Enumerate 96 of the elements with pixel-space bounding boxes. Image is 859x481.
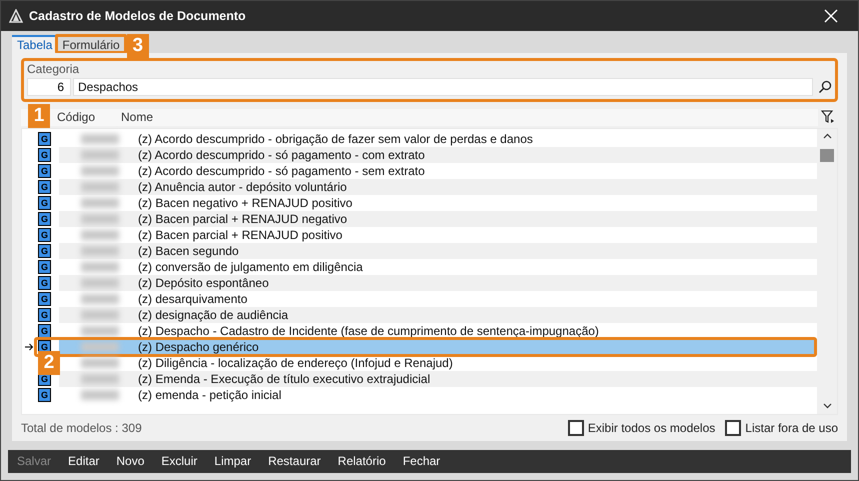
redacted-code — [81, 262, 119, 272]
toolbar-button[interactable]: Restaurar — [260, 454, 329, 468]
document-type-icon: G — [38, 196, 51, 210]
table-cell: (z) Bacen parcial + RENAJUD positivo — [138, 228, 342, 242]
redacted-code — [81, 390, 119, 400]
document-type-icon: G — [38, 164, 51, 178]
document-type-icon: G — [38, 132, 51, 146]
search-icon[interactable] — [818, 80, 832, 94]
redacted-code — [81, 294, 119, 304]
table-cell: (z) desarquivamento — [138, 292, 248, 306]
callout-number: 2 — [38, 350, 60, 375]
toolbar-button[interactable]: Limpar — [206, 454, 260, 468]
table-cell: (z) Diligência - localização de endereço (Infojud e Renajud) — [138, 356, 453, 370]
checkbox[interactable] — [725, 420, 742, 436]
redacted-code — [81, 182, 119, 192]
redacted-code — [81, 166, 119, 176]
toolbar-button[interactable]: Relatório — [330, 454, 394, 468]
column-header[interactable]: Nome — [121, 110, 221, 124]
table-row[interactable]: (z) Acordo descumprido - só pagamento - sem extrato — [59, 162, 817, 179]
scrollbar-thumb[interactable] — [820, 148, 834, 162]
table-row[interactable]: (z) desarquivamento — [59, 290, 817, 307]
document-type-icon: G — [38, 212, 51, 226]
close-icon[interactable] — [824, 8, 838, 23]
table-row[interactable]: (z) Bacen negativo + RENAJUD positivo — [59, 194, 817, 211]
document-type-icon: G — [38, 308, 51, 322]
checkbox-label: Listar fora de uso — [745, 420, 838, 435]
toolbar-button[interactable]: Excluir — [153, 454, 206, 468]
tab[interactable]: Tabela — [12, 34, 58, 53]
column-header[interactable]: Código — [57, 110, 121, 124]
table-row[interactable]: (z) Bacen segundo — [59, 242, 817, 259]
table-cell: (z) emenda - petição inicial — [138, 388, 282, 402]
table-cell: (z) Anuência autor - depósito voluntário — [138, 180, 347, 194]
scroll-up-icon[interactable] — [822, 132, 832, 139]
table-cell: (z) Bacen negativo + RENAJUD positivo — [138, 196, 352, 210]
category-field[interactable]: Despachos — [73, 78, 813, 96]
filter-icon[interactable] — [821, 110, 835, 124]
table-row[interactable]: (z) emenda - petição inicial — [59, 386, 817, 403]
redacted-code — [81, 246, 119, 256]
redacted-code — [81, 310, 119, 320]
table-row[interactable]: (z) Depósito espontâneo — [59, 274, 817, 291]
checkbox[interactable] — [568, 420, 584, 436]
redacted-code — [81, 150, 119, 160]
callout-number: 3 — [126, 34, 149, 58]
table-cell: (z) Despacho genérico — [138, 340, 259, 354]
row-pointer-icon — [24, 342, 34, 351]
table-row[interactable]: (z) Despacho - Cadastro de Incidente (fase de cumprimento de sentença-impugnação) — [59, 322, 817, 339]
redacted-code — [81, 198, 119, 208]
logo-icon — [9, 8, 23, 23]
document-type-icon: G — [38, 260, 51, 274]
redacted-code — [81, 134, 119, 144]
table-cell: (z) Emenda - Execução de título executivo extrajudicial — [138, 372, 430, 386]
table-cell: (z) Depósito espontâneo — [138, 276, 269, 290]
table-cell: (z) Bacen segundo — [138, 244, 239, 258]
table-row[interactable]: (z) Acordo descumprido - só pagamento - com extrato — [59, 146, 817, 163]
document-type-icon: G — [38, 292, 51, 306]
window-title: Cadastro de Modelos de Documento — [29, 8, 247, 23]
scroll-down-icon[interactable] — [822, 402, 832, 409]
checkbox-label: Exibir todos os modelos — [588, 420, 716, 435]
table-cell: (z) Despacho - Cadastro de Incidente (fase de cumprimento de sentença-impugnação) — [138, 324, 599, 338]
table-row[interactable]: (z) Emenda - Execução de título executivo extrajudicial — [59, 370, 817, 387]
toolbar-button[interactable]: Fechar — [394, 454, 448, 468]
toolbar-button[interactable]: Editar — [60, 454, 108, 468]
redacted-code — [81, 342, 119, 352]
redacted-code — [81, 214, 119, 224]
table-row[interactable]: (z) designação de audiência — [59, 306, 817, 323]
table-row[interactable]: (z) Acordo descumprido - obrigação de fazer sem valor de perdas e danos — [59, 130, 817, 147]
table-row[interactable]: (z) Anuência autor - depósito voluntário — [59, 178, 817, 195]
document-type-icon: G — [38, 148, 51, 162]
document-type-icon: G — [38, 324, 51, 338]
document-type-icon: G — [38, 244, 51, 258]
checkbox-option[interactable]: Exibir todos os modelos — [568, 420, 716, 436]
toolbar-button[interactable]: Novo — [108, 454, 152, 468]
document-type-icon: G — [38, 180, 51, 194]
table-cell: (z) designação de audiência — [138, 308, 288, 322]
callout-number: 1 — [28, 104, 50, 128]
field-label: Categoria — [27, 62, 80, 76]
document-type-icon: G — [38, 388, 51, 402]
table-row[interactable]: (z) Bacen parcial + RENAJUD negativo — [59, 210, 817, 227]
redacted-code — [81, 230, 119, 240]
table-cell: (z) Acordo descumprido - só pagamento - sem extrato — [138, 164, 425, 178]
table-row[interactable]: (z) conversão de julgamento em diligência — [59, 258, 817, 275]
redacted-code — [81, 374, 119, 384]
document-type-icon: G — [38, 228, 51, 242]
total-count: Total de modelos : 309 — [21, 420, 143, 435]
redacted-code — [81, 358, 119, 368]
table-row[interactable]: (z) Bacen parcial + RENAJUD positivo — [59, 226, 817, 243]
redacted-code — [81, 326, 119, 336]
table-cell: (z) conversão de julgamento em diligência — [138, 260, 363, 274]
table-row[interactable]: (z) Diligência - localização de endereço (Infojud e Renajud) — [59, 354, 817, 371]
table-cell: (z) Acordo descumprido - só pagamento - com extrato — [138, 148, 425, 162]
checkbox-option[interactable]: Listar fora de uso — [725, 420, 838, 436]
document-type-icon: G — [38, 276, 51, 290]
redacted-code — [81, 278, 119, 288]
category-code-field[interactable]: 6 — [27, 78, 71, 96]
table-cell: (z) Acordo descumprido - obrigação de fazer sem valor de perdas e danos — [138, 132, 533, 146]
table-cell: (z) Bacen parcial + RENAJUD negativo — [138, 212, 348, 226]
